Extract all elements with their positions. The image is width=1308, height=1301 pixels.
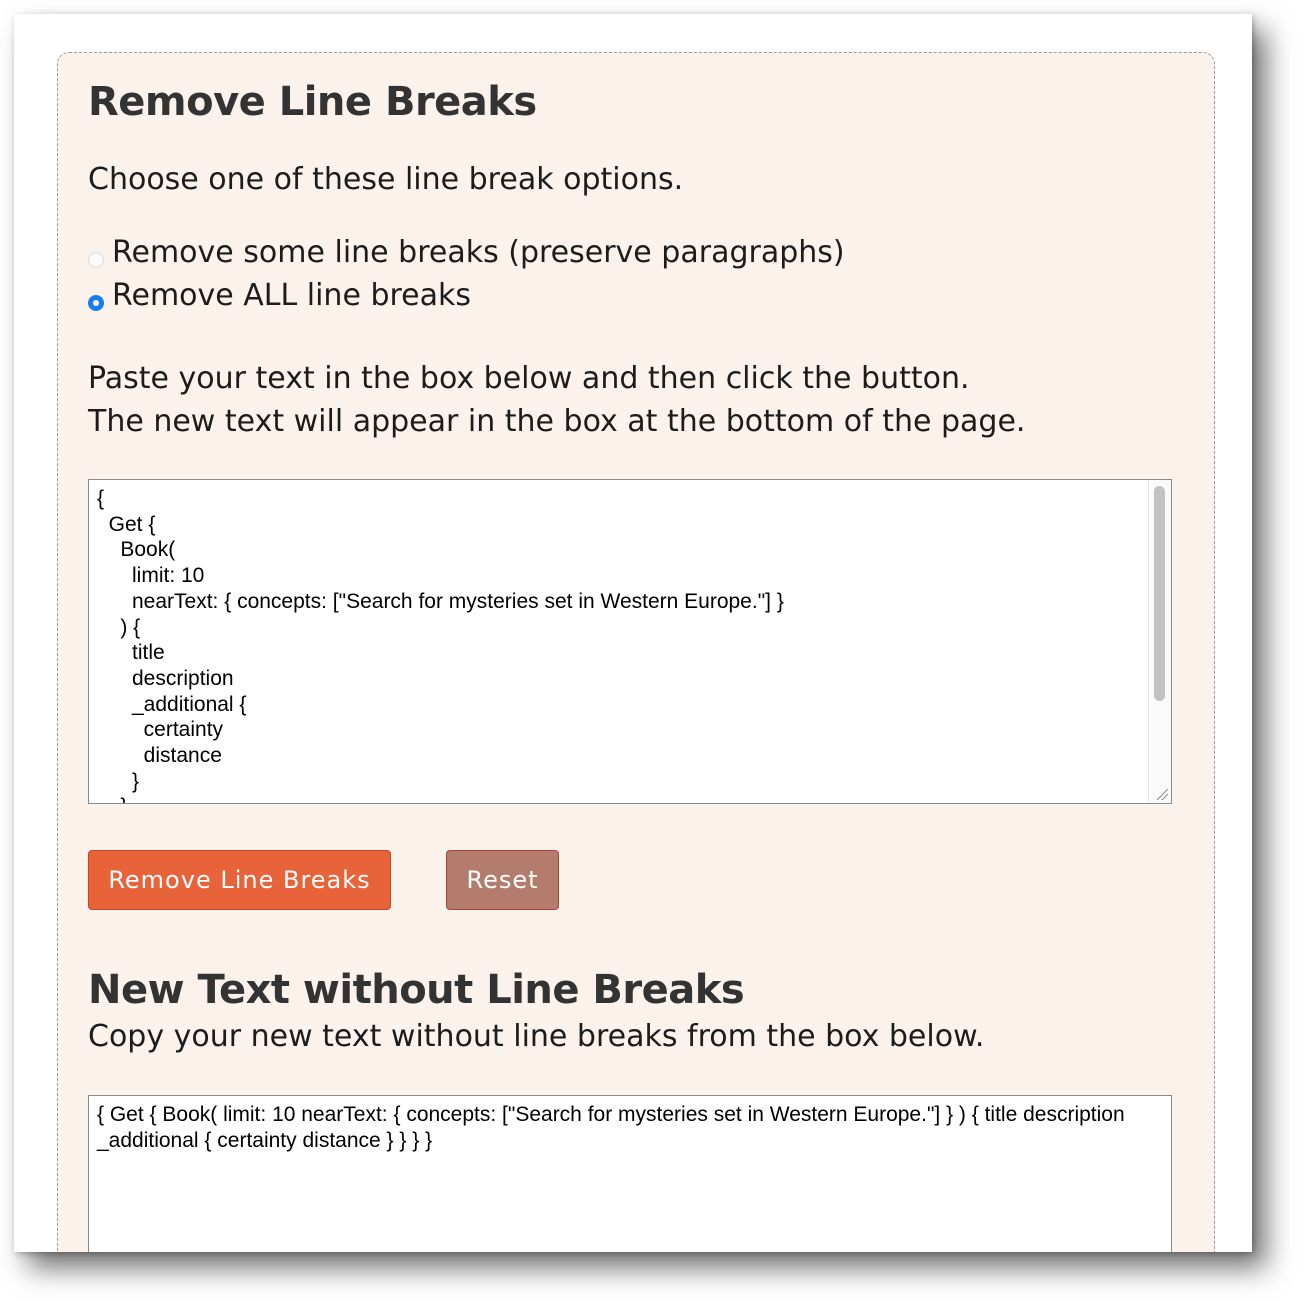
- input-scrollbar-thumb[interactable]: [1154, 486, 1165, 701]
- input-text: { Get { Book( limit: 10 nearText: { conc…: [97, 487, 784, 803]
- option-preserve-paragraphs-label: Remove some line breaks (preserve paragr…: [112, 235, 845, 270]
- remove-line-breaks-button[interactable]: Remove Line Breaks: [88, 850, 391, 910]
- page-title: Remove Line Breaks: [88, 79, 537, 125]
- radio-preserve-paragraphs[interactable]: [88, 251, 104, 268]
- output-textarea[interactable]: { Get { Book( limit: 10 nearText: { conc…: [88, 1095, 1172, 1252]
- reset-button[interactable]: Reset: [446, 850, 559, 910]
- resize-handle-icon[interactable]: [1155, 787, 1169, 801]
- input-scrollbar[interactable]: [1148, 480, 1171, 803]
- instructions-line-2: The new text will appear in the box at t…: [88, 404, 1026, 439]
- option-remove-all[interactable]: Remove ALL line breaks: [88, 278, 471, 313]
- result-instructions: Copy your new text without line breaks f…: [88, 1019, 985, 1054]
- result-title: New Text without Line Breaks: [88, 967, 745, 1013]
- option-remove-all-label: Remove ALL line breaks: [112, 278, 472, 313]
- option-preserve-paragraphs[interactable]: Remove some line breaks (preserve paragr…: [88, 235, 845, 270]
- intro-text: Choose one of these line break options.: [88, 162, 684, 197]
- radio-remove-all[interactable]: [88, 294, 104, 311]
- instructions-line-1: Paste your text in the box below and the…: [88, 361, 970, 396]
- screenshot-frame: Remove Line Breaks Choose one of these l…: [14, 14, 1252, 1252]
- tool-panel: Remove Line Breaks Choose one of these l…: [57, 52, 1215, 1252]
- input-textarea[interactable]: { Get { Book( limit: 10 nearText: { conc…: [88, 479, 1172, 804]
